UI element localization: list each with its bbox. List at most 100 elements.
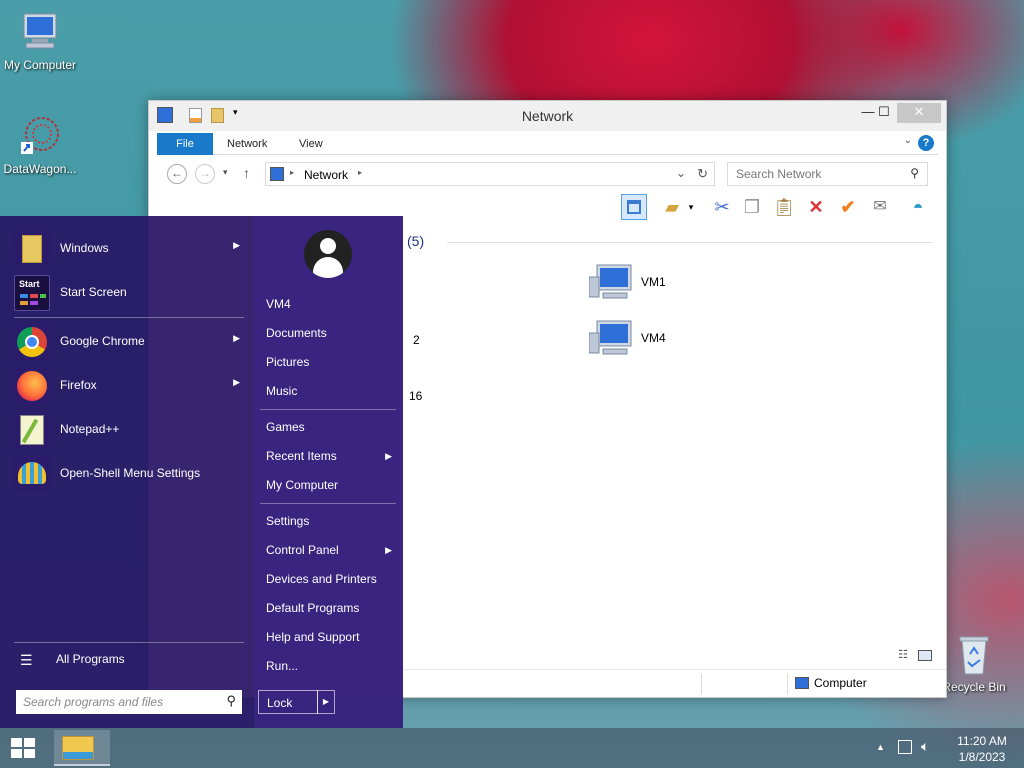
back-button[interactable]: ← — [167, 164, 187, 184]
properties-check-icon[interactable]: ✔ — [835, 194, 861, 220]
start-menu-places: VM4 Documents Pictures Music Games Recen… — [254, 216, 403, 728]
close-button[interactable]: ✕ — [897, 103, 941, 123]
clock-time: 11:20 AM — [957, 734, 1007, 748]
show-hidden-icons-icon[interactable]: ▲ — [876, 742, 885, 752]
places-item-music[interactable]: Music — [266, 380, 396, 402]
notepadpp-icon — [14, 412, 50, 448]
places-item-devices-printers[interactable]: Devices and Printers — [266, 568, 396, 590]
search-icon[interactable]: ⚲ — [226, 693, 236, 709]
refresh-icon[interactable]: ↻ — [697, 166, 708, 182]
start-item-label: Open-Shell Menu Settings — [60, 466, 201, 480]
status-divider — [787, 674, 788, 694]
tab-view[interactable]: View — [285, 133, 337, 155]
taskbar-explorer-button[interactable] — [54, 730, 110, 766]
avatar[interactable] — [304, 230, 352, 278]
start-item-google-chrome[interactable]: Google Chrome ▶ — [12, 323, 244, 361]
search-network-input[interactable]: Search Network ⚲ — [727, 162, 928, 186]
desktop-icon-datawagon[interactable]: DataWagon... — [0, 114, 80, 176]
shell-icon — [14, 456, 50, 492]
volume-icon[interactable]: 🔈︎ — [921, 738, 929, 755]
places-item-recent-items[interactable]: Recent Items ▶ — [266, 445, 396, 467]
network-computer-vm1[interactable]: VM1 — [588, 261, 739, 307]
start-item-windows[interactable]: Windows ▶ — [12, 230, 244, 268]
places-item-run[interactable]: Run... — [266, 655, 396, 677]
places-item-pictures[interactable]: Pictures — [266, 351, 396, 373]
start-item-firefox[interactable]: Firefox ▶ — [12, 367, 244, 405]
computer-icon — [795, 677, 809, 689]
search-placeholder: Search programs and files — [23, 695, 164, 709]
network-computer-vm4[interactable]: VM4 — [588, 317, 739, 363]
search-icon: ⚲ — [910, 166, 919, 180]
all-programs-label: All Programs — [56, 652, 125, 666]
firefox-icon — [14, 368, 50, 404]
start-menu-programs: Windows ▶ Start Start Screen Google Chro… — [0, 216, 254, 728]
start-item-label: Notepad++ — [60, 422, 120, 436]
search-placeholder: Search Network — [736, 167, 822, 181]
breadcrumb-separator-icon: ▸ — [290, 168, 295, 177]
start-button[interactable] — [8, 736, 38, 760]
up-button[interactable]: ↑ — [243, 165, 250, 181]
help-icon[interactable]: ? — [918, 135, 934, 151]
start-item-open-shell-settings[interactable]: Open-Shell Menu Settings — [12, 455, 244, 493]
delete-icon[interactable]: ✕ — [803, 194, 829, 220]
all-programs-button[interactable]: ☰ All Programs — [12, 641, 244, 679]
recent-locations-icon[interactable]: ▾ — [223, 167, 228, 178]
forward-button[interactable]: → — [195, 164, 215, 184]
folder-options-icon[interactable]: ▰ — [659, 194, 685, 220]
computer-label: VM4 — [641, 331, 666, 345]
start-menu: Windows ▶ Start Start Screen Google Chro… — [0, 216, 403, 728]
shell-settings-icon[interactable]: ◓ — [905, 194, 931, 220]
chevron-right-icon: ▶ — [233, 377, 240, 387]
computer-icon — [588, 263, 635, 301]
places-item-control-panel[interactable]: Control Panel ▶ — [266, 539, 396, 561]
network-tray-icon[interactable] — [898, 740, 912, 754]
details-view-icon[interactable]: ☷ — [898, 648, 908, 661]
shutdown-options-button[interactable]: ▶ — [317, 690, 335, 714]
network-icon — [270, 167, 284, 181]
clock[interactable]: 11:20 AM 1/8/2023 — [950, 733, 1014, 765]
computer-label: VM1 — [641, 275, 666, 289]
tab-network[interactable]: Network — [213, 133, 281, 155]
ribbon-tabs: File Network View ⌄ ? — [157, 131, 938, 155]
maximize-button[interactable]: ☐ — [869, 103, 899, 123]
windows-logo-icon — [11, 738, 35, 758]
folder-options-dropdown-icon[interactable]: ▾ — [685, 194, 697, 220]
places-item-help-support[interactable]: Help and Support — [266, 626, 396, 648]
large-icons-view-icon[interactable] — [918, 650, 932, 661]
group-divider — [447, 242, 933, 243]
list-icon: ☰ — [20, 652, 33, 668]
places-item-label: Recent Items — [266, 449, 337, 463]
places-item-default-programs[interactable]: Default Programs — [266, 597, 396, 619]
desktop-icon-label: DataWagon... — [3, 162, 77, 176]
places-item-vm4[interactable]: VM4 — [266, 293, 396, 315]
lock-label: Lock — [267, 696, 293, 710]
start-item-start-screen[interactable]: Start Start Screen — [12, 274, 244, 312]
places-item-documents[interactable]: Documents — [266, 322, 396, 344]
window-title: Network — [521, 108, 574, 124]
start-menu-separator — [14, 317, 244, 318]
start-search-input[interactable]: Search programs and files ⚲ — [16, 690, 242, 714]
cut-icon[interactable]: ✂ — [709, 194, 735, 220]
start-item-label: Windows — [60, 241, 109, 255]
start-menu-separator — [260, 409, 396, 410]
layout-pane-icon[interactable] — [621, 194, 647, 220]
places-item-games[interactable]: Games — [266, 416, 396, 438]
folder-icon — [14, 231, 50, 267]
breadcrumb-network[interactable]: Network — [304, 168, 348, 182]
places-item-my-computer[interactable]: My Computer — [266, 474, 396, 496]
email-icon[interactable]: ✉ — [867, 194, 893, 220]
tab-file[interactable]: File — [157, 133, 213, 155]
places-item-settings[interactable]: Settings — [266, 510, 396, 532]
paste-icon[interactable]: 📋︎ — [771, 194, 797, 220]
partial-computer-label: 2 — [413, 333, 420, 347]
lock-button[interactable]: Lock — [258, 690, 318, 714]
start-item-notepadpp[interactable]: Notepad++ — [12, 411, 244, 449]
address-bar[interactable]: ▸ Network ▸ ⌄ ↻ — [265, 162, 715, 186]
group-header[interactable]: (5) — [407, 233, 424, 249]
expand-ribbon-icon[interactable]: ⌄ — [904, 135, 912, 146]
copy-icon[interactable]: ❐ — [739, 194, 765, 220]
places-item-label: Control Panel — [266, 543, 339, 557]
breadcrumb-separator-icon: ▸ — [358, 168, 363, 177]
address-dropdown-icon[interactable]: ⌄ — [676, 166, 686, 180]
desktop-icon-my-computer[interactable]: My Computer — [0, 10, 80, 72]
